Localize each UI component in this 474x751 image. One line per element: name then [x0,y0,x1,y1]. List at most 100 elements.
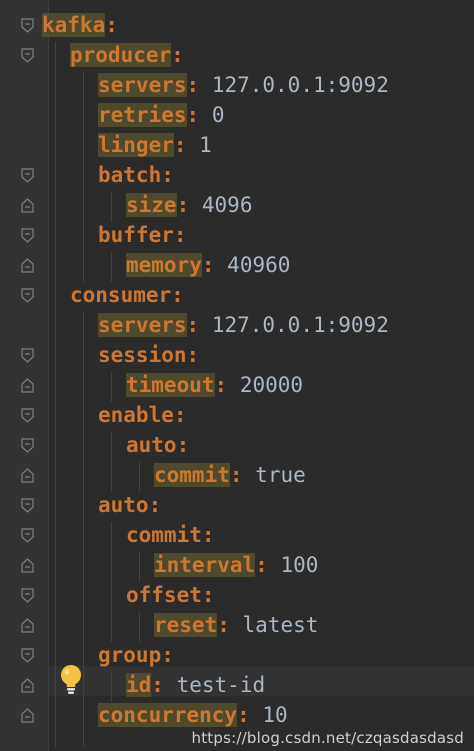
yaml-key: buffer [98,223,174,247]
code-line[interactable]: batch: [98,160,174,190]
yaml-key: reset [154,613,218,637]
yaml-colon: : [161,163,174,187]
yaml-key: id [126,673,152,697]
code-line[interactable]: auto: [126,430,189,460]
yaml-colon: : [255,553,268,577]
lightbulb-icon[interactable] [58,663,84,697]
fold-open-icon[interactable] [19,347,36,364]
yaml-colon: : [237,703,250,727]
fold-open-icon[interactable] [19,527,36,544]
indent-guide [111,432,112,492]
fold-open-icon[interactable] [19,647,36,664]
fold-open-icon[interactable] [19,587,36,604]
indent-guide [139,552,140,582]
yaml-value: 10 [262,703,288,727]
watermark-text: https://blog.csdn.net/czqasdasdasd [191,729,464,747]
yaml-key: offset [126,583,202,607]
code-line[interactable]: commit: [126,520,215,550]
yaml-colon: : [171,283,184,307]
yaml-key: auto [126,433,177,457]
code-line[interactable]: producer: [70,40,184,70]
code-line[interactable]: group: [98,640,174,670]
indent-guide [139,612,140,642]
yaml-key: auto [98,493,149,517]
yaml-value: 1 [199,133,212,157]
yaml-colon: : [171,43,184,67]
code-line[interactable]: session: [98,340,199,370]
fold-close-icon[interactable] [19,257,36,274]
yaml-key: interval [154,553,256,577]
yaml-key: batch [98,163,162,187]
yaml-key: concurrency [98,703,238,727]
yaml-value: latest [242,613,319,637]
code-line[interactable]: auto: [98,490,161,520]
yaml-colon: : [148,493,162,517]
yaml-key: size [126,193,177,217]
yaml-value: 0 [211,103,225,127]
fold-open-icon[interactable] [19,227,36,244]
fold-open-icon[interactable] [19,167,36,184]
yaml-colon: : [201,253,215,277]
code-line[interactable]: linger: 1 [98,130,212,160]
fold-close-icon[interactable] [19,677,36,694]
code-line[interactable]: servers: 127.0.0.1:9092 [98,70,389,100]
fold-close-icon[interactable] [19,707,36,724]
fold-open-icon[interactable] [19,497,36,514]
fold-close-icon[interactable] [19,557,36,574]
code-line[interactable]: reset: latest [154,610,318,640]
yaml-key: linger [98,133,174,157]
indent-guide [111,192,112,222]
yaml-colon: : [229,463,243,487]
code-line[interactable]: memory: 40960 [126,250,290,280]
code-line[interactable]: buffer: [98,220,187,250]
yaml-value: 100 [280,553,319,577]
fold-open-icon[interactable] [19,47,36,64]
fold-close-icon[interactable] [19,467,36,484]
fold-close-icon[interactable] [19,197,36,214]
fold-open-icon[interactable] [19,17,36,34]
yaml-colon: : [186,103,200,127]
yaml-colon: : [173,403,187,427]
code-line[interactable]: interval: 100 [154,550,318,580]
fold-open-icon[interactable] [19,407,36,424]
indent-guide [55,42,56,747]
yaml-value: 20000 [239,373,304,397]
yaml-colon: : [186,73,200,97]
fold-close-icon[interactable] [19,617,36,634]
code-line[interactable]: kafka: [42,10,118,40]
gutter-separator [48,0,49,751]
yaml-value: 4096 [201,193,253,217]
code-line[interactable]: consumer: [70,280,184,310]
code-line[interactable]: size: 4096 [126,190,252,220]
code-line[interactable]: retries: 0 [98,100,224,130]
yaml-colon: : [173,223,187,247]
yaml-key: timeout [126,373,215,397]
yaml-colon: : [151,673,164,697]
fold-close-icon[interactable] [19,377,36,394]
yaml-key: enable [98,403,174,427]
yaml-colon: : [201,583,215,607]
yaml-value: 127.0.0.1:9092 [211,313,389,337]
yaml-key: producer [70,43,172,67]
yaml-colon: : [186,313,200,337]
yaml-key: servers [98,313,187,337]
indent-guide [139,462,140,492]
yaml-value: test-id [176,673,266,697]
code-line[interactable]: enable: [98,400,187,430]
code-line[interactable]: servers: 127.0.0.1:9092 [98,310,389,340]
code-line[interactable]: timeout: 20000 [126,370,303,400]
yaml-colon: : [186,343,200,367]
yaml-editor[interactable]: kafka: producer: servers: 127.0.0.1:9092… [0,0,474,751]
code-line[interactable]: id: test-id [126,670,265,700]
code-line[interactable]: commit: true [154,460,306,490]
yaml-colon: : [176,433,190,457]
yaml-value: 127.0.0.1:9092 [211,73,389,97]
yaml-key: servers [98,73,187,97]
code-line[interactable]: offset: [126,580,215,610]
yaml-key: commit [154,463,230,487]
fold-open-icon[interactable] [19,287,36,304]
code-line[interactable]: concurrency: 10 [98,700,288,730]
yaml-key: group [98,643,162,667]
yaml-key: retries [98,103,187,127]
fold-open-icon[interactable] [19,437,36,454]
